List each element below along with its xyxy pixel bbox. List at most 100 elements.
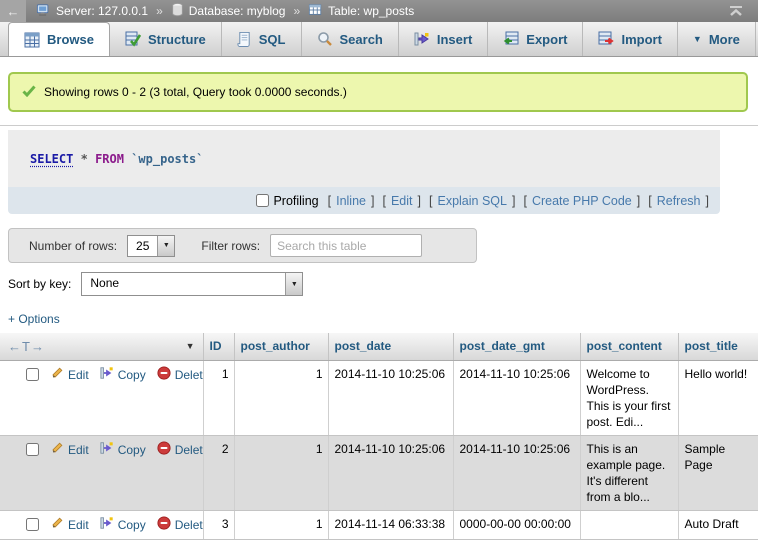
pencil-icon	[50, 441, 64, 459]
divider	[0, 125, 758, 126]
sql-keyword-select[interactable]: SELECT	[30, 152, 73, 166]
column-header-post-author[interactable]: post_author	[234, 333, 328, 360]
cell-id: 2	[203, 435, 234, 510]
tab-export[interactable]: Export	[488, 22, 583, 56]
results-table: ←T→ ▼ ID post_author post_date post_date…	[0, 333, 758, 540]
copy-button[interactable]: Copy	[100, 366, 146, 384]
column-header-post-date-gmt[interactable]: post_date_gmt	[453, 333, 580, 360]
back-button[interactable]: ←	[0, 0, 26, 22]
server-icon	[36, 3, 51, 20]
delete-icon	[157, 441, 171, 459]
row-checkbox[interactable]	[26, 518, 39, 531]
cell-post-title: Auto Draft	[678, 510, 758, 539]
breadcrumb-database[interactable]: Database: myblog	[189, 4, 286, 18]
cell-post-date: 2014-11-10 10:25:06	[328, 435, 453, 510]
tab-insert[interactable]: Insert	[399, 22, 488, 56]
export-icon	[503, 31, 519, 47]
tab-browse[interactable]: Browse	[8, 22, 110, 56]
sql-query-text: SELECT * FROM `wp_posts`	[8, 130, 720, 187]
back-arrow-icon: ←	[7, 4, 20, 19]
sql-icon	[237, 31, 252, 47]
table-row: Edit Copy Delete 2 1 2014-11-10 10:25:06…	[0, 435, 758, 510]
row-checkbox[interactable]	[26, 368, 39, 381]
query-actions-bar: Profiling [ Inline ] [ Edit ] [ Explain …	[8, 187, 720, 214]
sort-by-key-select[interactable]: None ▼	[81, 272, 303, 296]
check-icon	[22, 85, 36, 100]
copy-button[interactable]: Copy	[100, 441, 146, 459]
row-checkbox[interactable]	[26, 443, 39, 456]
select-arrow-icon: ▼	[157, 236, 174, 256]
profiling-checkbox[interactable]	[256, 194, 269, 207]
column-header-post-title[interactable]: post_title	[678, 333, 758, 360]
tab-search[interactable]: Search	[302, 22, 399, 56]
sort-row: Sort by key: None ▼	[8, 272, 758, 296]
cell-post-date-gmt: 0000-00-00 00:00:00	[453, 510, 580, 539]
copy-icon	[100, 366, 114, 384]
delete-button[interactable]: Delete	[157, 441, 203, 459]
filter-rows-input[interactable]	[270, 234, 422, 257]
inline-link[interactable]: Inline	[336, 194, 366, 208]
tab-more[interactable]: ▼ More	[678, 22, 756, 56]
tab-export-label: Export	[526, 32, 567, 47]
column-header-post-date[interactable]: post_date	[328, 333, 453, 360]
number-of-rows-select[interactable]: 25 ▼	[127, 235, 175, 257]
transpose-icon[interactable]: ←T→	[8, 339, 45, 354]
tab-search-label: Search	[340, 32, 383, 47]
cell-post-author: 1	[234, 510, 328, 539]
tab-browse-label: Browse	[47, 32, 94, 47]
browse-icon	[24, 32, 40, 48]
edit-button[interactable]: Edit	[50, 441, 89, 459]
copy-icon	[100, 516, 114, 534]
table-row: Edit Copy Delete 3 1 2014-11-14 06:33:38…	[0, 510, 758, 539]
collapse-icon[interactable]	[728, 5, 744, 18]
cell-post-title: Sample Page	[678, 435, 758, 510]
copy-icon	[100, 441, 114, 459]
delete-button[interactable]: Delete	[157, 516, 203, 534]
structure-icon	[125, 31, 141, 47]
cell-post-date: 2014-11-10 10:25:06	[328, 360, 453, 435]
options-link[interactable]: + Options	[8, 312, 60, 326]
number-of-rows-label: Number of rows:	[29, 239, 117, 253]
filter-rows-label: Filter rows:	[201, 239, 260, 253]
tab-structure-label: Structure	[148, 32, 206, 47]
tab-structure[interactable]: Structure	[110, 22, 222, 56]
sort-desc-icon[interactable]: ▼	[186, 341, 195, 351]
cell-id: 3	[203, 510, 234, 539]
cell-post-date-gmt: 2014-11-10 10:25:06	[453, 360, 580, 435]
profiling-label: Profiling	[256, 194, 318, 208]
refresh-link[interactable]: Refresh	[657, 194, 701, 208]
tab-more-label: More	[709, 32, 740, 47]
breadcrumb-separator: »	[293, 4, 300, 18]
insert-icon	[414, 31, 430, 47]
tab-sql[interactable]: SQL	[222, 22, 302, 56]
sort-by-key-label: Sort by key:	[8, 277, 71, 291]
breadcrumb-server[interactable]: Server: 127.0.0.1	[56, 4, 148, 18]
tab-import[interactable]: Import	[583, 22, 677, 56]
table-icon	[308, 3, 323, 20]
pencil-icon	[50, 516, 64, 534]
delete-icon	[157, 366, 171, 384]
cell-post-content: This is an example page. It's different …	[580, 435, 678, 510]
cell-id: 1	[203, 360, 234, 435]
edit-button[interactable]: Edit	[50, 516, 89, 534]
edit-query-link[interactable]: Edit	[391, 194, 413, 208]
table-row: Edit Copy Delete 1 1 2014-11-10 10:25:06…	[0, 360, 758, 435]
cell-post-title: Hello world!	[678, 360, 758, 435]
create-php-code-link[interactable]: Create PHP Code	[532, 194, 632, 208]
copy-button[interactable]: Copy	[100, 516, 146, 534]
table-header-row: ←T→ ▼ ID post_author post_date post_date…	[0, 333, 758, 360]
cell-post-content: Welcome to WordPress. This is your first…	[580, 360, 678, 435]
cell-post-date-gmt: 2014-11-10 10:25:06	[453, 435, 580, 510]
edit-button[interactable]: Edit	[50, 366, 89, 384]
delete-button[interactable]: Delete	[157, 366, 203, 384]
tab-sql-label: SQL	[259, 32, 286, 47]
column-header-id[interactable]: ID	[203, 333, 234, 360]
cell-post-author: 1	[234, 360, 328, 435]
tab-insert-label: Insert	[437, 32, 472, 47]
column-header-post-content[interactable]: post_content	[580, 333, 678, 360]
delete-icon	[157, 516, 171, 534]
pencil-icon	[50, 366, 64, 384]
select-arrow-icon: ▼	[285, 273, 302, 295]
import-icon	[598, 31, 614, 47]
explain-sql-link[interactable]: Explain SQL	[437, 194, 506, 208]
